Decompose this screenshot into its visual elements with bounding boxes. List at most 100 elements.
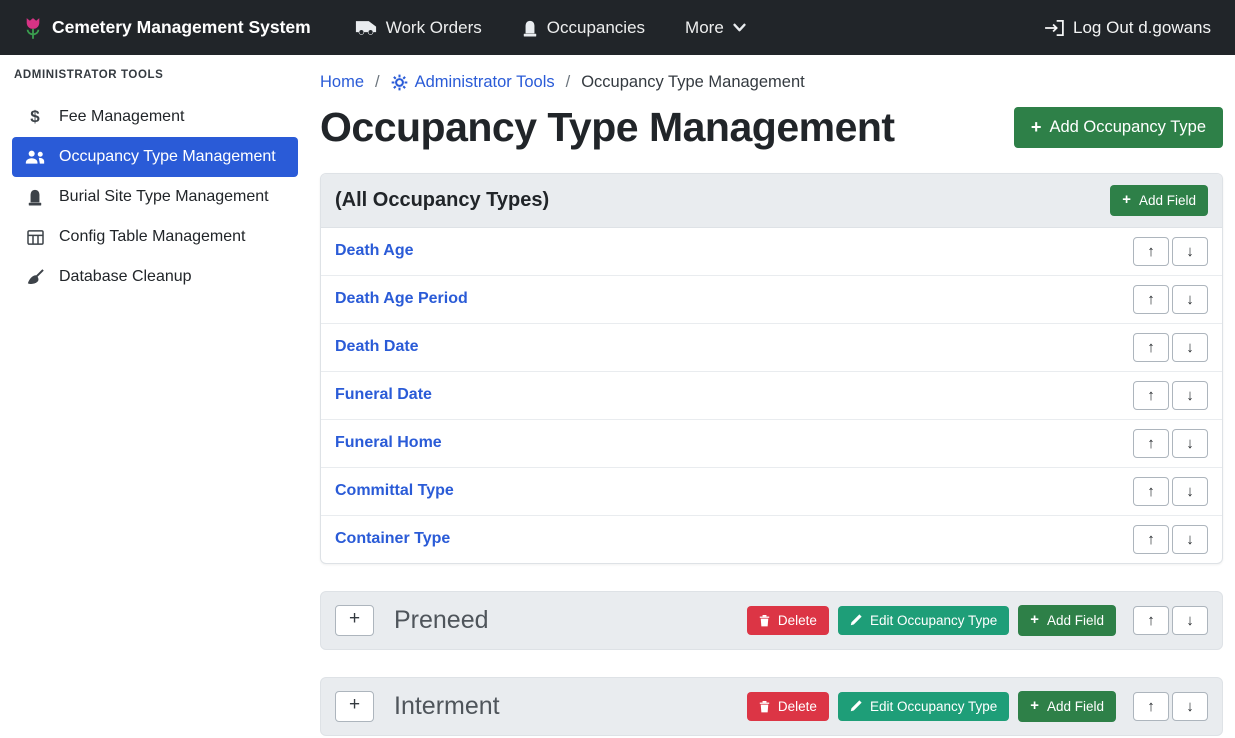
field-link[interactable]: Funeral Home: [335, 434, 442, 452]
field-row: Death Date ↑ ↓: [321, 324, 1222, 372]
expand-button[interactable]: +: [335, 605, 374, 636]
move-down-button[interactable]: ↓: [1172, 525, 1208, 554]
field-link[interactable]: Funeral Date: [335, 386, 432, 404]
field-link[interactable]: Container Type: [335, 530, 450, 548]
trash-icon: [759, 700, 770, 713]
add-field-button[interactable]: + Add Field: [1018, 691, 1116, 722]
table-icon: [24, 230, 46, 245]
edit-label: Edit Occupancy Type: [870, 700, 997, 714]
add-field-button[interactable]: + Add Field: [1110, 185, 1208, 216]
nav-item-more[interactable]: More: [685, 18, 746, 38]
sidebar-item-database-cleanup[interactable]: Database Cleanup: [12, 257, 298, 297]
logout-icon: [1044, 20, 1064, 36]
move-up-button[interactable]: ↑: [1133, 606, 1169, 635]
flower-icon: [24, 15, 42, 41]
sidebar-item-config-table-management[interactable]: Config Table Management: [12, 217, 298, 257]
breadcrumb-admin-tools-link[interactable]: Administrator Tools: [391, 73, 555, 92]
move-up-button[interactable]: ↑: [1133, 333, 1169, 362]
main-content: Home / Administrator Tools / Occupancy T…: [308, 55, 1235, 738]
dollar-icon: $: [24, 107, 46, 127]
edit-occupancy-type-button[interactable]: Edit Occupancy Type: [838, 692, 1009, 722]
app-brand[interactable]: Cemetery Management System: [24, 15, 311, 41]
field-row: Committal Type ↑ ↓: [321, 468, 1222, 516]
plus-icon: +: [1030, 613, 1039, 628]
delete-label: Delete: [778, 614, 817, 628]
move-up-button[interactable]: ↑: [1133, 381, 1169, 410]
field-link[interactable]: Death Age Period: [335, 290, 468, 308]
app-title: Cemetery Management System: [52, 17, 311, 38]
all-occupancy-types-header: (All Occupancy Types) + Add Field: [321, 174, 1222, 228]
add-field-button[interactable]: + Add Field: [1018, 605, 1116, 636]
add-field-label: Add Field: [1047, 700, 1104, 714]
sidebar-item-label: Fee Management: [59, 108, 184, 126]
nav-item-work-orders[interactable]: Work Orders: [355, 18, 482, 38]
move-up-button[interactable]: ↑: [1133, 285, 1169, 314]
pencil-icon: [850, 614, 862, 626]
move-down-button[interactable]: ↓: [1172, 606, 1208, 635]
reorder-controls: ↑ ↓: [1133, 333, 1208, 362]
breadcrumb-label: Home: [320, 73, 364, 92]
delete-label: Delete: [778, 700, 817, 714]
sidebar-item-label: Burial Site Type Management: [59, 188, 269, 206]
nav-item-label: Work Orders: [386, 18, 482, 38]
gear-icon: [391, 74, 408, 91]
breadcrumb-separator: /: [566, 73, 571, 92]
reorder-controls: ↑ ↓: [1133, 525, 1208, 554]
nav-item-occupancies[interactable]: Occupancies: [522, 18, 645, 38]
edit-occupancy-type-button[interactable]: Edit Occupancy Type: [838, 606, 1009, 636]
occupancy-type-section-preneed: + Preneed Delete: [320, 591, 1223, 650]
sidebar-item-label: Occupancy Type Management: [59, 148, 276, 166]
move-up-button[interactable]: ↑: [1133, 237, 1169, 266]
field-link[interactable]: Death Date: [335, 338, 419, 356]
section-actions: Delete Edit Occupancy Type + Add Field ↑: [747, 691, 1208, 722]
top-navbar: Cemetery Management System Work Orders O…: [0, 0, 1235, 55]
nav-item-label: Occupancies: [547, 18, 645, 38]
add-field-label: Add Field: [1047, 614, 1104, 628]
move-down-button[interactable]: ↓: [1172, 381, 1208, 410]
nav-item-label: More: [685, 18, 724, 38]
field-link[interactable]: Committal Type: [335, 482, 454, 500]
field-row: Death Age Period ↑ ↓: [321, 276, 1222, 324]
card-title: (All Occupancy Types): [335, 189, 549, 212]
move-down-button[interactable]: ↓: [1172, 285, 1208, 314]
all-occupancy-types-card: (All Occupancy Types) + Add Field Death …: [320, 173, 1223, 564]
section-actions: Delete Edit Occupancy Type + Add Field ↑: [747, 605, 1208, 636]
delete-button[interactable]: Delete: [747, 606, 829, 636]
move-down-button[interactable]: ↓: [1172, 692, 1208, 721]
van-icon: [355, 19, 377, 36]
page-title: Occupancy Type Management: [320, 104, 895, 151]
expand-button[interactable]: +: [335, 691, 374, 722]
reorder-controls: ↑ ↓: [1133, 237, 1208, 266]
move-down-button[interactable]: ↓: [1172, 333, 1208, 362]
move-down-button[interactable]: ↓: [1172, 477, 1208, 506]
chevron-down-icon: [733, 23, 746, 32]
move-up-button[interactable]: ↑: [1133, 525, 1169, 554]
sidebar-item-label: Database Cleanup: [59, 268, 192, 286]
move-up-button[interactable]: ↑: [1133, 429, 1169, 458]
field-link[interactable]: Death Age: [335, 242, 414, 260]
plus-icon: +: [1122, 193, 1131, 208]
logout-label: Log Out d.gowans: [1073, 18, 1211, 38]
breadcrumb-home-link[interactable]: Home: [320, 73, 364, 92]
section-title: Preneed: [394, 606, 489, 635]
occupancy-type-section-interment: + Interment Delete: [320, 677, 1223, 736]
move-down-button[interactable]: ↓: [1172, 237, 1208, 266]
add-occupancy-type-button[interactable]: + Add Occupancy Type: [1014, 107, 1223, 147]
pencil-icon: [850, 700, 862, 712]
plus-icon: +: [1030, 699, 1039, 714]
field-row: Funeral Home ↑ ↓: [321, 420, 1222, 468]
breadcrumb-current: Occupancy Type Management: [581, 73, 805, 92]
sidebar-item-fee-management[interactable]: $ Fee Management: [12, 97, 298, 137]
move-up-button[interactable]: ↑: [1133, 477, 1169, 506]
sidebar-item-occupancy-type-management[interactable]: Occupancy Type Management: [12, 137, 298, 177]
field-row: Funeral Date ↑ ↓: [321, 372, 1222, 420]
breadcrumb-separator: /: [375, 73, 380, 92]
move-down-button[interactable]: ↓: [1172, 429, 1208, 458]
sidebar-item-burial-site-type-management[interactable]: Burial Site Type Management: [12, 177, 298, 217]
logout-button[interactable]: Log Out d.gowans: [1044, 18, 1211, 38]
broom-icon: [24, 269, 46, 286]
move-up-button[interactable]: ↑: [1133, 692, 1169, 721]
reorder-controls: ↑ ↓: [1133, 381, 1208, 410]
breadcrumb: Home / Administrator Tools / Occupancy T…: [320, 73, 1223, 92]
delete-button[interactable]: Delete: [747, 692, 829, 722]
